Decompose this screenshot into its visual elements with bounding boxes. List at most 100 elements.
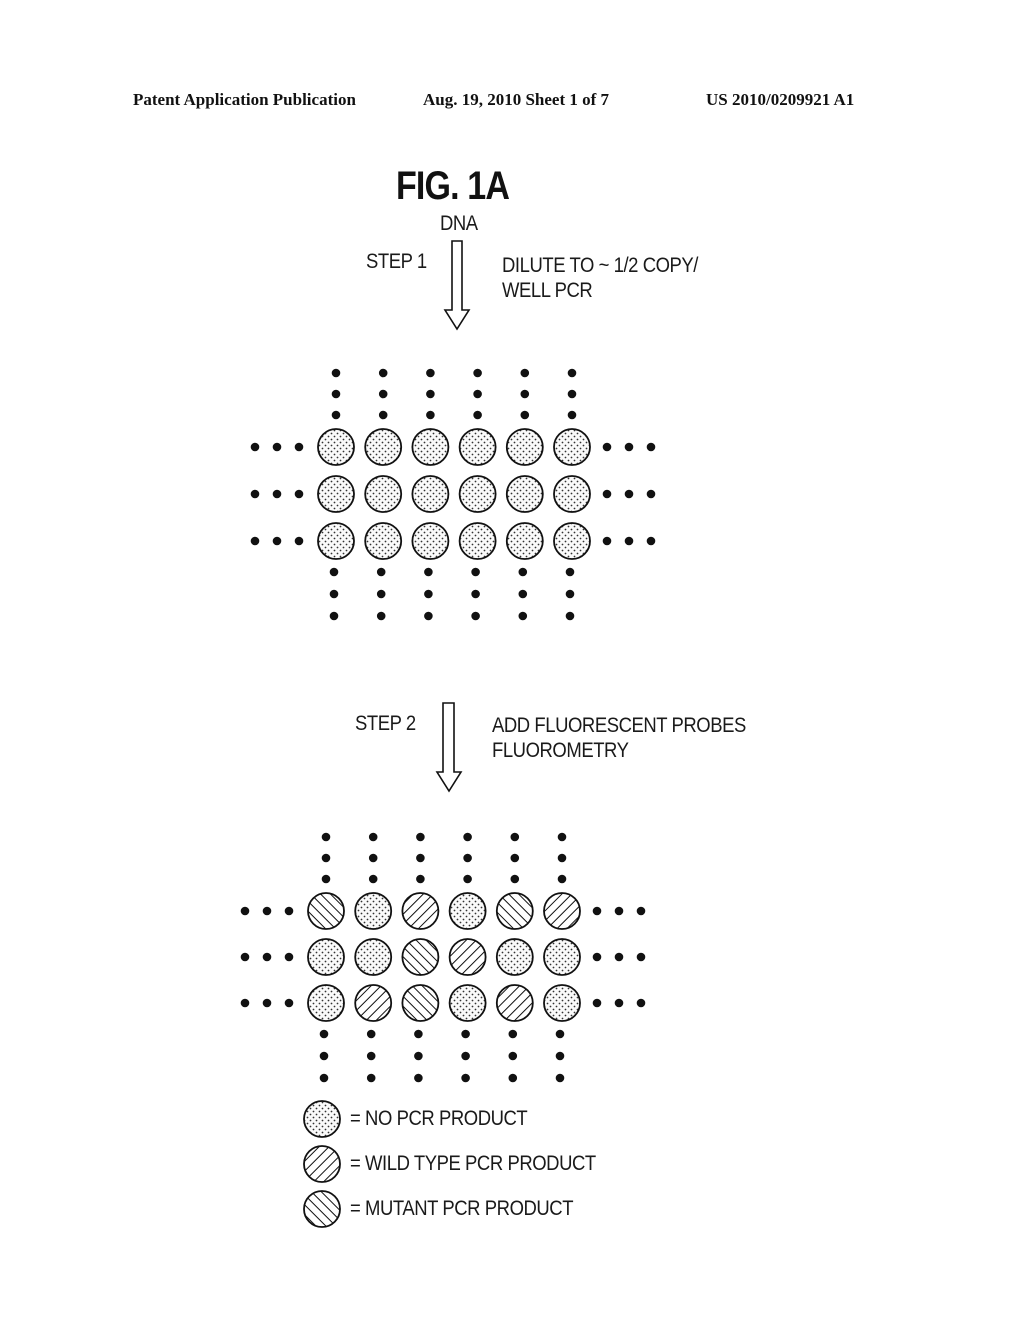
ellipsis-dot: [250, 536, 260, 546]
well-none: [505, 522, 544, 560]
ellipsis-dot: [473, 389, 482, 399]
ellipsis-dot: [368, 832, 378, 842]
well-none: [364, 475, 403, 513]
ellipsis-dot: [592, 952, 602, 962]
ellipsis-dot: [567, 410, 577, 420]
ellipsis-dot: [272, 536, 282, 546]
ellipsis-dot: [366, 1029, 376, 1039]
ellipsis-dot: [376, 589, 386, 599]
well-mutant: [307, 892, 345, 930]
ellipsis-dot: [319, 1029, 329, 1039]
ellipsis-dot: [592, 998, 602, 1008]
ellipsis-dot: [646, 536, 656, 546]
ellipsis-dot: [321, 874, 331, 884]
ellipsis-dot: [272, 442, 282, 452]
ellipsis-dot: [473, 368, 482, 378]
well-none: [553, 475, 591, 513]
ellipsis-dot: [240, 952, 250, 962]
well-none: [411, 522, 450, 560]
ellipsis-dot: [510, 874, 520, 884]
ellipsis-dot: [602, 442, 612, 452]
ellipsis-dot: [518, 589, 528, 599]
ellipsis-dot: [319, 1073, 329, 1083]
well-none: [411, 428, 450, 466]
ellipsis-dot: [614, 906, 624, 916]
ellipsis-dot: [565, 611, 575, 621]
ellipsis-dot: [520, 368, 530, 378]
ellipsis-dot: [294, 442, 304, 452]
ellipsis-dot: [262, 998, 272, 1008]
well-grid-before: [250, 368, 656, 621]
well-none: [553, 522, 591, 560]
ellipsis-dot: [424, 567, 433, 577]
well-none: [505, 475, 544, 513]
well-mutant: [495, 892, 534, 930]
ellipsis-dot: [518, 611, 528, 621]
ellipsis-dot: [567, 368, 577, 378]
ellipsis-dot: [250, 489, 260, 499]
ellipsis-dot: [463, 853, 472, 863]
ellipsis-dot: [508, 1073, 518, 1083]
ellipsis-dot: [426, 389, 435, 399]
ellipsis-dot: [262, 952, 272, 962]
ellipsis-dot: [471, 611, 480, 621]
ellipsis-dot: [376, 611, 386, 621]
ellipsis-dot: [284, 998, 294, 1008]
ellipsis-dot: [510, 832, 520, 842]
ellipsis-dot: [624, 536, 634, 546]
ellipsis-dot: [240, 906, 250, 916]
ellipsis-dot: [368, 853, 378, 863]
ellipsis-dot: [636, 952, 646, 962]
ellipsis-dot: [463, 874, 472, 884]
ellipsis-dot: [414, 1029, 423, 1039]
ellipsis-dot: [555, 1029, 565, 1039]
ellipsis-dot: [557, 874, 567, 884]
well-none: [364, 428, 403, 466]
ellipsis-dot: [378, 389, 388, 399]
legend-symbol-none: [303, 1100, 341, 1138]
ellipsis-dot: [602, 489, 612, 499]
ellipsis-dot: [461, 1051, 470, 1061]
ellipsis-dot: [294, 489, 304, 499]
well-none: [543, 984, 581, 1022]
well-none: [448, 892, 487, 930]
ellipsis-dot: [329, 567, 339, 577]
ellipsis-dot: [614, 998, 624, 1008]
ellipsis-dot: [624, 489, 634, 499]
step1-arrow-icon: [443, 240, 471, 331]
ellipsis-dot: [555, 1073, 565, 1083]
ellipsis-dot: [471, 567, 480, 577]
ellipsis-dot: [426, 410, 435, 420]
ellipsis-dot: [416, 853, 425, 863]
step2-arrow-icon: [435, 702, 463, 793]
ellipsis-dot: [329, 611, 339, 621]
ellipsis-dot: [557, 853, 567, 863]
ellipsis-dot: [646, 442, 656, 452]
ellipsis-dot: [424, 611, 433, 621]
ellipsis-dot: [424, 589, 433, 599]
ellipsis-dot: [636, 998, 646, 1008]
ellipsis-dot: [567, 389, 577, 399]
well-wild: [543, 892, 581, 930]
ellipsis-dot: [614, 952, 624, 962]
well-none: [458, 475, 497, 513]
ellipsis-dot: [508, 1029, 518, 1039]
ellipsis-dot: [565, 589, 575, 599]
ellipsis-dot: [414, 1051, 423, 1061]
ellipsis-dot: [284, 906, 294, 916]
ellipsis-dot: [624, 442, 634, 452]
ellipsis-dot: [331, 410, 341, 420]
well-grid-after: [240, 832, 646, 1083]
well-none: [317, 522, 355, 560]
well-none: [411, 475, 450, 513]
ellipsis-dot: [565, 567, 575, 577]
ellipsis-dot: [366, 1073, 376, 1083]
well-none: [458, 522, 497, 560]
figure-drawing: [240, 240, 656, 1228]
ellipsis-dot: [262, 906, 272, 916]
legend-symbol-mutant: [303, 1190, 341, 1228]
well-none: [317, 428, 355, 466]
ellipsis-dot: [319, 1051, 329, 1061]
ellipsis-dot: [378, 410, 388, 420]
well-mutant: [401, 984, 440, 1022]
